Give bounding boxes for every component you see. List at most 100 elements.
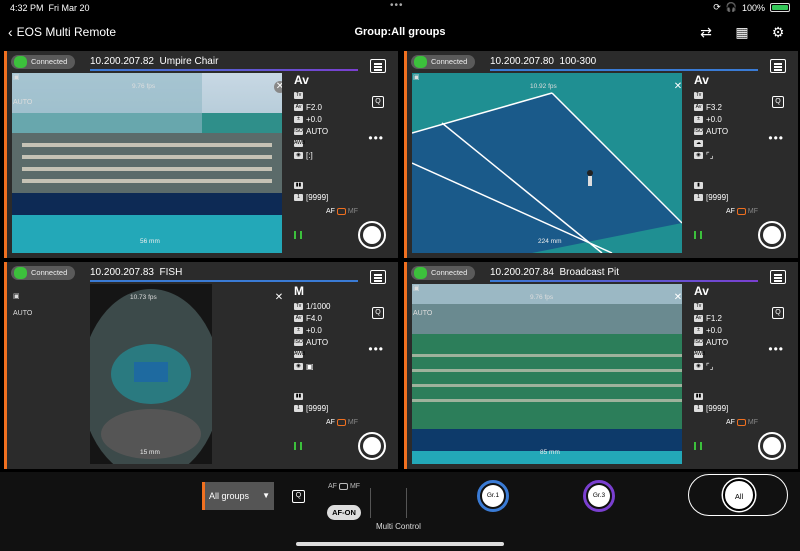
wb-row: AWB — [694, 348, 754, 360]
camera-ip-name: 10.200.207.84 Broadcast Pit — [490, 267, 619, 278]
group-1-shutter-button[interactable]: Gr.1 — [477, 480, 509, 512]
shots-remaining: [9999] — [306, 403, 329, 413]
close-icon[interactable]: ✕ — [672, 81, 682, 93]
menu-icon[interactable] — [770, 270, 786, 284]
focus-area-icon: [:] — [306, 150, 313, 160]
quick-control-button[interactable]: Q — [772, 307, 784, 319]
all-shutter-button[interactable]: All — [688, 474, 788, 516]
drive-mode-icon: ▣ — [13, 74, 20, 81]
af-mf-switch-icon — [736, 208, 746, 215]
live-view-image-2 — [412, 73, 682, 253]
multitask-dots[interactable]: ••• — [390, 0, 404, 11]
close-icon[interactable]: ✕ — [672, 292, 682, 304]
power-status-icon — [294, 442, 302, 450]
metering-row: ◉ ▣ — [294, 360, 354, 372]
tv-icon: Tv — [294, 91, 303, 99]
drive-mode-icon: ▣ — [13, 293, 20, 300]
iso-row: ISO AUTO — [294, 125, 354, 137]
awb-icon: AWB — [294, 139, 306, 147]
home-indicator[interactable] — [296, 542, 504, 546]
camera-connected-icon — [14, 56, 27, 68]
more-options-icon[interactable]: ••• — [368, 342, 384, 356]
card-1-icon: 1 — [294, 193, 303, 201]
menu-icon[interactable] — [770, 59, 786, 73]
live-view-4[interactable]: 9.76 fps 85 mm ✕ — [412, 284, 682, 464]
battery-percent: 100% — [741, 2, 765, 13]
shooting-mode: Av — [694, 284, 709, 298]
live-view-3[interactable]: 10.73 fps 15 mm — [90, 284, 212, 464]
iso-value: AUTO — [306, 337, 329, 347]
af-mf-switch-icon — [336, 419, 346, 426]
camera-connected-icon — [414, 267, 427, 279]
wb-row: ☁ — [694, 137, 754, 149]
aperture-value: F3.2 — [706, 102, 723, 112]
aperture-row: Av F3.2 — [694, 101, 754, 113]
av-icon: Av — [294, 103, 303, 111]
group-3-shutter-button[interactable]: Gr.3 — [583, 480, 615, 512]
shooting-mode: Av — [694, 73, 709, 87]
menu-icon[interactable] — [370, 59, 386, 73]
af-mf-switch-icon — [338, 483, 348, 490]
aperture-row: Av F4.0 — [294, 312, 354, 324]
wb-row: AWB — [294, 137, 354, 149]
exposure-value: +0.0 — [306, 325, 322, 335]
metering-row: ◉ [:] — [294, 149, 354, 161]
group-select-value: All groups — [209, 491, 250, 501]
af-on-button[interactable]: AF-ON — [327, 505, 361, 520]
focus-point-icon: ▣ — [306, 361, 314, 371]
camera-battery-icon: ▮▮ — [694, 392, 703, 400]
focus-frame-icon: ⌜⌟ — [706, 150, 714, 160]
layout-grid-icon[interactable]: ▦ — [732, 24, 752, 41]
af-mf-toggle[interactable]: AF MF — [328, 483, 360, 490]
quick-control-button[interactable]: Q — [372, 307, 384, 319]
all-label: All — [723, 479, 755, 511]
shutter-value: 1/1000 — [306, 301, 331, 311]
af-mf-toggle[interactable]: AF MF — [726, 419, 758, 426]
shutter-button[interactable] — [758, 221, 786, 249]
af-mf-toggle[interactable]: AF MF — [326, 208, 358, 215]
exposure-comp-icon: ± — [694, 115, 703, 123]
exposure-comp-icon: ± — [294, 326, 303, 334]
af-mf-switch-icon — [736, 419, 746, 426]
swap-cameras-icon[interactable]: ⇄ — [696, 24, 716, 41]
af-mf-toggle[interactable]: AF MF — [726, 208, 758, 215]
menu-icon[interactable] — [370, 270, 386, 284]
close-icon[interactable]: ✕ — [273, 292, 285, 304]
metering-row: ◉ ⌜⌟ — [694, 360, 754, 372]
multi-control-label: Multi Control — [376, 522, 421, 531]
app-header: ‹ EOS Multi Remote Group:All groups ⇄ ▦ … — [0, 18, 800, 48]
live-view-2[interactable]: 10.92 fps 224 mm ✕ — [412, 73, 682, 253]
mf-label: MF — [347, 419, 358, 426]
iso-icon: ISO — [294, 338, 303, 346]
quick-control-button[interactable]: Q — [292, 490, 305, 503]
quick-control-button[interactable]: Q — [772, 96, 784, 108]
group-select[interactable]: All groups ▼ — [202, 482, 274, 510]
camera-panel-2: Connected 10.200.207.80 100-300 10.92 fp… — [404, 51, 798, 258]
camera-color-bar — [490, 280, 758, 282]
more-options-icon[interactable]: ••• — [768, 131, 784, 145]
cloud-wb-icon: ☁ — [694, 139, 703, 147]
quick-control-button[interactable]: Q — [372, 96, 384, 108]
auto-label: AUTO — [13, 99, 33, 106]
mf-label: MF — [349, 483, 361, 490]
focus-frame-icon: ⌜⌟ — [706, 361, 714, 371]
side-indicators: ▣ AUTO — [13, 284, 32, 317]
shutter-button[interactable] — [758, 432, 786, 460]
shots-remaining: [9999] — [706, 403, 729, 413]
shots-remaining: [9999] — [306, 192, 329, 202]
more-options-icon[interactable]: ••• — [768, 342, 784, 356]
af-mf-toggle[interactable]: AF MF — [326, 419, 358, 426]
close-icon[interactable]: ✕ — [274, 81, 282, 93]
camera-battery-icon: ▮▮ — [294, 392, 303, 400]
shutter-button[interactable] — [358, 221, 386, 249]
af-label: AF — [325, 419, 335, 426]
iso-row: ISO AUTO — [694, 336, 754, 348]
settings-gear-icon[interactable]: ⚙ — [768, 24, 788, 41]
shots-remaining: [9999] — [706, 192, 729, 202]
side-indicators: ▣ — [413, 73, 420, 81]
card-1-icon: 1 — [694, 193, 703, 201]
live-view-1[interactable]: 9.76 fps 56 mm ✕ — [12, 73, 282, 253]
metering-row: ◉ ⌜⌟ — [694, 149, 754, 161]
shutter-button[interactable] — [358, 432, 386, 460]
more-options-icon[interactable]: ••• — [368, 131, 384, 145]
